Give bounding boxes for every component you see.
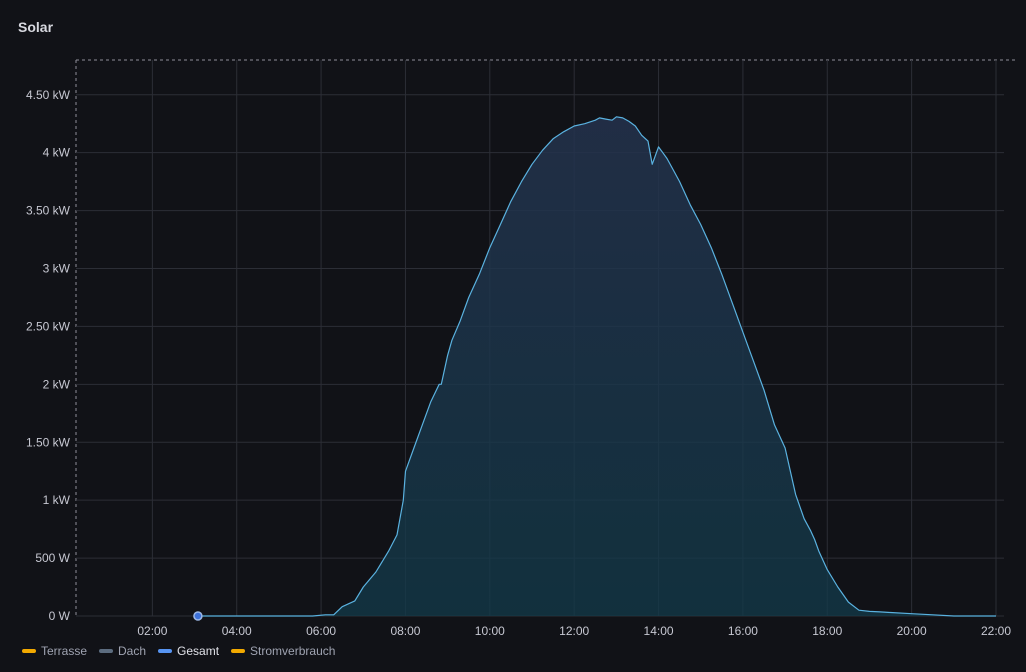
legend-swatch xyxy=(22,649,36,653)
legend: Terrasse Dach Gesamt Stromverbrauch xyxy=(22,644,335,658)
y-tick-label: 3.50 kW xyxy=(26,204,71,218)
x-tick-label: 08:00 xyxy=(390,624,420,638)
legend-item-dach[interactable]: Dach xyxy=(99,644,146,658)
legend-item-terrasse[interactable]: Terrasse xyxy=(22,644,87,658)
marker-layer[interactable] xyxy=(193,611,203,621)
x-tick-label: 22:00 xyxy=(981,624,1011,638)
legend-swatch xyxy=(99,649,114,653)
legend-label: Dach xyxy=(118,644,147,658)
y-axis: 0 W 500 W 1 kW 1.50 kW 2 kW 2.50 kW 3 kW 3.50 k… xyxy=(26,88,71,623)
y-tick-label: 4 kW xyxy=(43,146,71,160)
x-tick-label: 12:00 xyxy=(559,624,589,638)
legend-swatch xyxy=(158,649,173,653)
x-axis: 02:00 04:00 06:00 08:00 10:00 12:00 14:00 16:00… xyxy=(137,624,1011,638)
legend-label: Terrasse xyxy=(41,644,88,658)
legend-label: Gesamt xyxy=(177,644,220,658)
x-tick-label: 20:00 xyxy=(897,624,927,638)
legend-item-gesamt[interactable]: Gesamt xyxy=(158,644,219,658)
series-area-gesamt xyxy=(197,116,996,617)
y-tick-label: 2.50 kW xyxy=(26,319,71,333)
legend-swatch xyxy=(231,649,246,653)
y-tick-label: 500 W xyxy=(35,551,70,565)
x-tick-label: 14:00 xyxy=(644,624,674,638)
legend-label: Stromverbrauch xyxy=(250,644,336,658)
series-layer xyxy=(197,116,996,617)
y-tick-label: 1 kW xyxy=(43,493,71,507)
y-tick-label: 4.50 kW xyxy=(26,88,71,102)
hover-point-marker[interactable] xyxy=(193,611,203,621)
x-tick-label: 06:00 xyxy=(306,624,336,638)
x-tick-label: 02:00 xyxy=(137,624,167,638)
legend-item-stromverbrauch[interactable]: Stromverbrauch xyxy=(231,644,335,658)
y-tick-label: 1.50 kW xyxy=(26,435,71,449)
x-tick-label: 16:00 xyxy=(728,624,758,638)
y-tick-label: 0 W xyxy=(49,609,71,623)
x-tick-label: 18:00 xyxy=(812,624,842,638)
x-tick-label: 04:00 xyxy=(222,624,252,638)
y-tick-label: 2 kW xyxy=(43,377,71,391)
x-tick-label: 10:00 xyxy=(475,624,505,638)
y-tick-label: 3 kW xyxy=(43,262,71,276)
solar-chart[interactable]: 0 W 500 W 1 kW 1.50 kW 2 kW 2.50 kW 3 kW 3.50 k… xyxy=(0,0,1026,640)
